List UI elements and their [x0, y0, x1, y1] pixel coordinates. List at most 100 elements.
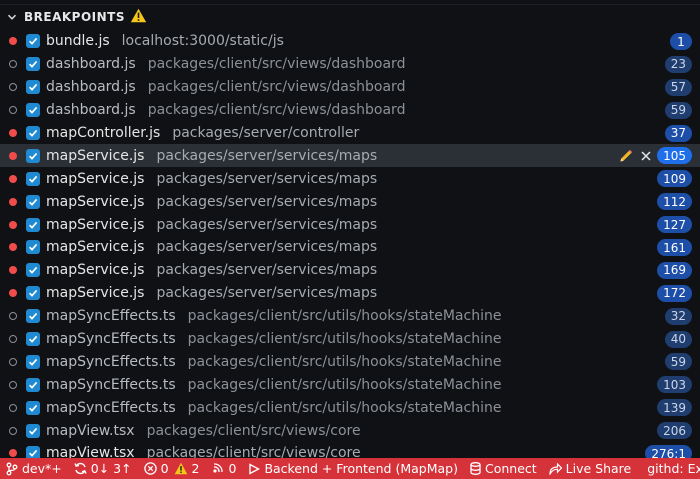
breakpoint-dot-icon [0, 174, 26, 183]
ports-item[interactable]: 0 [205, 458, 242, 479]
breakpoint-row[interactable]: mapSyncEffects.ts packages/client/src/uti… [0, 328, 700, 351]
enable-checkbox[interactable] [26, 148, 40, 163]
line-number-badge: 172 [657, 284, 692, 302]
breakpoint-row[interactable]: dashboard.js packages/client/src/views/da… [0, 53, 700, 76]
remove-breakpoint-icon[interactable] [636, 146, 656, 165]
breakpoint-row[interactable]: mapView.tsx packages/client/src/views/cor… [0, 419, 700, 442]
breakpoint-row[interactable]: mapSyncEffects.ts packages/client/src/uti… [0, 305, 700, 328]
breakpoint-row[interactable]: mapService.js packages/server/services/ma… [0, 236, 700, 259]
breakpoint-path: packages/server/services/maps [156, 216, 378, 233]
line-number-badge: 112 [657, 193, 692, 211]
error-icon [143, 462, 157, 475]
enable-checkbox[interactable] [26, 34, 40, 49]
breakpoint-path: packages/client/src/utils/hooks/stateMac… [187, 308, 502, 325]
breakpoint-row[interactable]: mapService.js packages/server/services/ma… [0, 167, 700, 190]
breakpoint-row[interactable]: mapSyncEffects.ts packages/client/src/uti… [0, 373, 700, 396]
edit-breakpoint-icon[interactable] [616, 146, 636, 165]
breakpoint-row[interactable]: dashboard.js packages/client/src/views/da… [0, 76, 700, 99]
breakpoint-dot-icon [0, 129, 26, 137]
launch-config-item[interactable]: Backend + Frontend (MapMap) [242, 458, 464, 479]
enable-checkbox[interactable] [26, 354, 40, 369]
breakpoint-file: dashboard.js [46, 79, 136, 96]
breakpoint-row[interactable]: mapService.js packages/server/services/ma… [0, 282, 700, 305]
enable-checkbox[interactable] [26, 240, 40, 255]
breakpoint-file: mapSyncEffects.ts [46, 376, 176, 393]
enable-checkbox[interactable] [26, 286, 40, 301]
unverified-breakpoint-icon [0, 357, 26, 366]
problems-item[interactable]: 0 2 [138, 458, 206, 479]
line-number-badge: 105 [657, 147, 692, 165]
breakpoint-dot-icon [0, 37, 26, 46]
breakpoint-dot-icon [0, 151, 26, 160]
breakpoint-file: mapService.js [46, 239, 145, 256]
breakpoint-row[interactable]: mapSyncEffects.ts packages/client/src/uti… [0, 396, 700, 419]
enable-checkbox[interactable] [26, 194, 40, 209]
line-number-badge: 40 [664, 330, 692, 348]
enable-checkbox[interactable] [26, 57, 40, 72]
breakpoint-path: localhost:3000/static/js [121, 33, 284, 50]
breakpoint-row[interactable]: mapService.js packages/server/services/ma… [0, 144, 700, 168]
sync-item[interactable]: 0↓ 3↑ [68, 458, 138, 479]
breakpoint-file: mapService.js [46, 170, 145, 187]
breakpoints-section-header[interactable]: BREAKPOINTS [0, 6, 700, 28]
connect-item[interactable]: Connect [464, 458, 543, 479]
line-number-badge: 276:1 [645, 445, 692, 458]
breakpoint-dot-icon [0, 449, 26, 458]
panel-top-edge [0, 0, 700, 5]
breakpoint-file: mapSyncEffects.ts [46, 353, 176, 370]
enable-checkbox[interactable] [26, 171, 40, 186]
line-number-badge: 37 [664, 124, 692, 142]
chevron-down-icon[interactable] [0, 12, 24, 22]
breakpoint-file: dashboard.js [46, 102, 136, 119]
enable-checkbox[interactable] [26, 309, 40, 324]
breakpoint-file: mapController.js [46, 125, 161, 141]
branch-item[interactable]: dev*+ [0, 458, 68, 479]
enable-checkbox[interactable] [26, 80, 40, 95]
enable-checkbox[interactable] [26, 446, 40, 458]
unverified-breakpoint-icon [0, 106, 26, 115]
githd-item[interactable]: githd: Expr [637, 458, 700, 479]
enable-checkbox[interactable] [26, 126, 40, 140]
unverified-breakpoint-icon [0, 335, 26, 344]
run-debug-icon [248, 462, 261, 475]
breakpoint-path: packages/client/src/utils/hooks/stateMac… [187, 353, 502, 370]
breakpoint-path: packages/server/controller [172, 125, 360, 141]
breakpoint-file: mapSyncEffects.ts [46, 308, 176, 325]
breakpoint-dot-icon [0, 243, 26, 252]
warning-count: 2 [191, 461, 200, 476]
breakpoint-row[interactable]: bundle.js localhost:3000/static/js 1 [0, 30, 700, 53]
breakpoint-row[interactable]: mapView.tsx packages/client/src/views/cor… [0, 442, 700, 458]
enable-checkbox[interactable] [26, 332, 40, 347]
launch-config-label: Backend + Frontend (MapMap) [264, 461, 458, 476]
broadcast-icon [211, 462, 224, 475]
breakpoint-file: mapSyncEffects.ts [46, 399, 176, 416]
breakpoint-file: dashboard.js [46, 56, 136, 73]
breakpoint-row[interactable]: mapService.js packages/server/services/ma… [0, 213, 700, 236]
breakpoint-row[interactable]: dashboard.js packages/client/src/views/da… [0, 99, 700, 122]
warning-icon [174, 462, 188, 475]
sync-icon [74, 462, 87, 475]
enable-checkbox[interactable] [26, 103, 40, 118]
breakpoint-dot-icon [0, 266, 26, 275]
enable-checkbox[interactable] [26, 377, 40, 392]
enable-checkbox[interactable] [26, 217, 40, 232]
breakpoint-file: mapService.js [46, 285, 145, 302]
breakpoint-path: packages/client/src/utils/hooks/stateMac… [187, 399, 502, 416]
line-number-badge: 206 [657, 422, 692, 440]
enable-checkbox[interactable] [26, 423, 40, 438]
breakpoint-file: bundle.js [46, 33, 110, 50]
enable-checkbox[interactable] [26, 263, 40, 278]
breakpoint-row[interactable]: mapService.js packages/server/services/ma… [0, 190, 700, 213]
breakpoints-list: bundle.js localhost:3000/static/js 1 dashbo… [0, 30, 700, 458]
line-number-badge: 169 [657, 261, 692, 279]
breakpoint-dot-icon [0, 289, 26, 298]
enable-checkbox[interactable] [26, 400, 40, 415]
breakpoint-row[interactable]: mapController.js packages/server/controll… [0, 122, 700, 145]
sync-label: 0↓ 3↑ [90, 461, 132, 476]
live-share-item[interactable]: Live Share [543, 458, 638, 479]
status-bar: dev*+ 0↓ 3↑ 0 2 0 Backend + Frontend (Ma… [0, 458, 700, 479]
breakpoint-row[interactable]: mapService.js packages/server/services/ma… [0, 259, 700, 282]
line-number-badge: 127 [657, 216, 692, 234]
breakpoint-row[interactable]: mapSyncEffects.ts packages/client/src/uti… [0, 350, 700, 373]
database-icon [470, 462, 481, 475]
